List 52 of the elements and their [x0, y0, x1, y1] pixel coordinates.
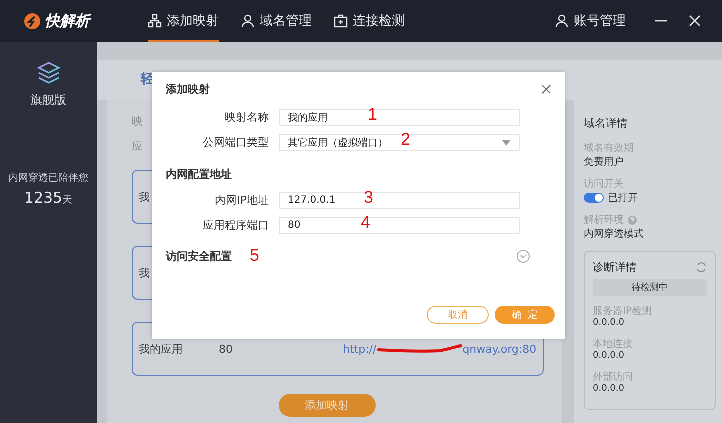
- layers-icon: [36, 60, 62, 86]
- nav-tab[interactable]: 域名管理: [241, 0, 312, 42]
- nav-tab[interactable]: 连接检测: [334, 0, 405, 42]
- detail-value: 免费用户: [584, 156, 625, 169]
- detail-value: 已打开: [608, 192, 638, 205]
- mapping-name: 我的应用: [139, 342, 183, 356]
- check-label: 外部访问: [593, 370, 634, 384]
- app-logo-text: 快解析: [45, 12, 90, 30]
- edition-label: 旗舰版: [30, 92, 66, 109]
- mapping-name: 我: [139, 190, 150, 204]
- detail-label: 域名有效期: [584, 142, 634, 155]
- security-title[interactable]: 访问安全配置: [166, 248, 232, 264]
- form-label: 应: [132, 139, 143, 155]
- days-unit: 天: [62, 194, 73, 207]
- user-icon: [555, 14, 569, 28]
- network-icon: [148, 14, 162, 28]
- nav-tab[interactable]: 添加映射: [148, 0, 219, 42]
- input-field[interactable]: 80 4: [279, 217, 520, 234]
- close-icon[interactable]: [542, 85, 551, 94]
- check-value: 0.0.0.0: [593, 318, 626, 328]
- account-menu[interactable]: 账号管理: [555, 0, 626, 42]
- detail-value: 内网穿透模式: [584, 228, 645, 241]
- field-label: 应用程序端口: [202, 218, 270, 233]
- mapping-name: 我: [139, 266, 150, 280]
- details-title: 域名详情: [584, 116, 629, 131]
- input-field[interactable]: 我的应用 1: [279, 109, 520, 126]
- dropdown-caret-icon: [502, 140, 511, 146]
- companion-caption: 内网穿透已陪伴您: [8, 172, 88, 185]
- user-icon: [241, 14, 255, 28]
- detail-label: 访问开关: [584, 178, 624, 191]
- logo-icon: [24, 12, 41, 30]
- detail-label: 解析环境: [584, 214, 624, 227]
- help-icon: [628, 216, 637, 224]
- input-field[interactable]: 127.0.0.1 3: [279, 192, 520, 209]
- mapping-port: 80: [219, 342, 233, 356]
- check-label: 本地连接: [593, 338, 634, 351]
- diagnosis-title: 诊断详情: [593, 260, 637, 275]
- field-label: 公网端口类型: [202, 135, 270, 150]
- access-switch[interactable]: [584, 193, 604, 203]
- select-field[interactable]: 其它应用（虚拟端口） 2: [279, 134, 520, 151]
- check-value: 0.0.0.0: [593, 351, 626, 361]
- check-value: 0.0.0.0: [593, 384, 626, 394]
- form-label: 映: [132, 114, 143, 130]
- days-count: 1235: [24, 189, 63, 207]
- check-label: 服务器IP检测: [593, 304, 653, 318]
- medkit-icon: [334, 14, 348, 28]
- section-title: 内网配置地址: [166, 167, 233, 182]
- field-label: 内网IP地址: [214, 193, 270, 208]
- annotation-number: 5: [250, 246, 260, 266]
- field-label: 映射名称: [224, 110, 270, 125]
- dialog-title: 添加映射: [166, 82, 210, 97]
- diagnosis-status: 待检测中: [593, 279, 707, 296]
